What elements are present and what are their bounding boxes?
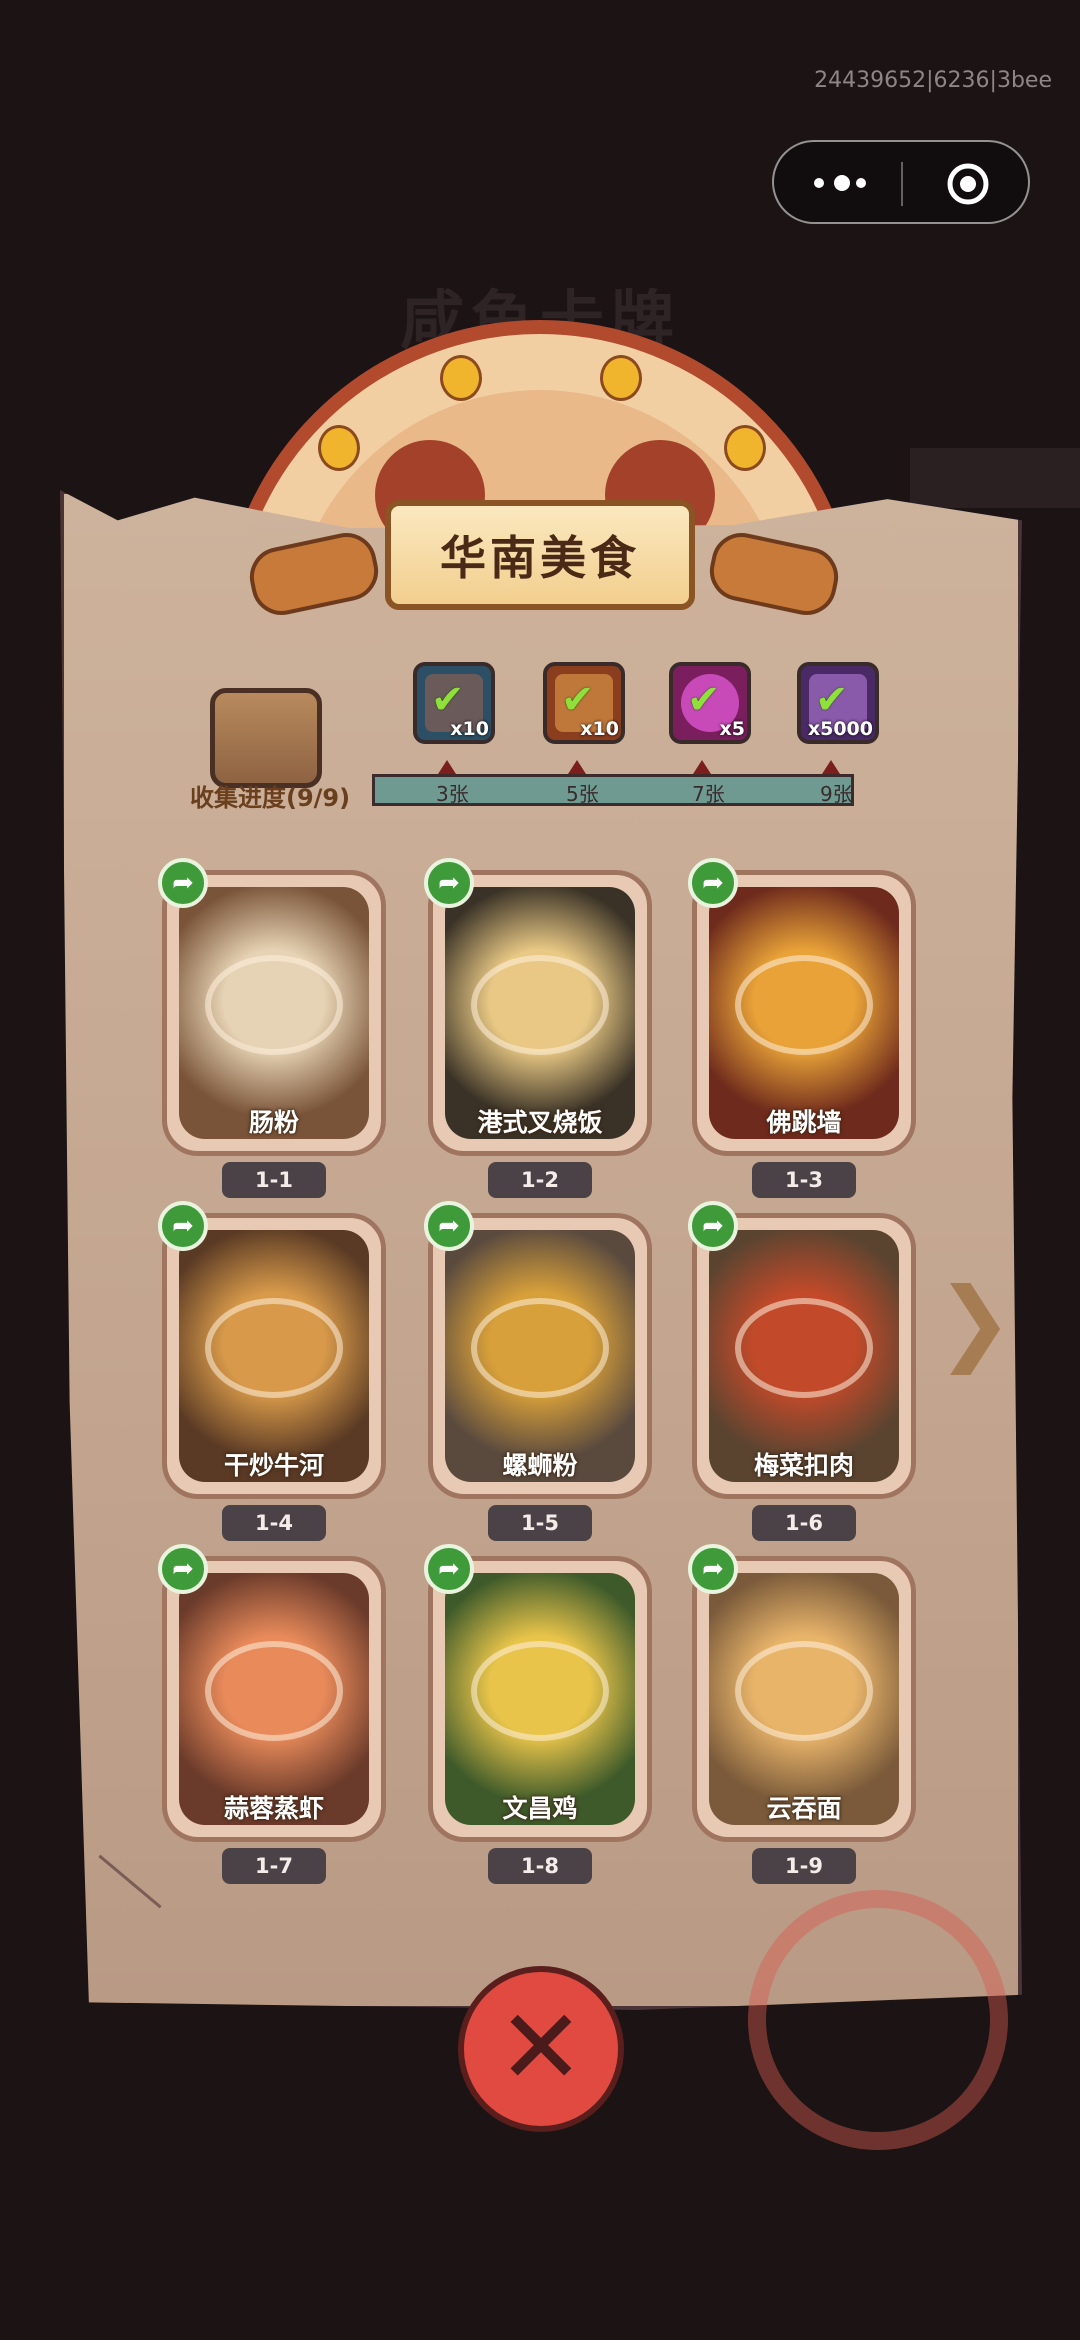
arch-nub (724, 425, 766, 471)
stamp-seal (748, 1890, 1008, 2150)
dish-plate (471, 1298, 609, 1398)
dish-plate (735, 1641, 873, 1741)
share-arrow-icon[interactable]: ➦ (158, 1201, 208, 1251)
food-card[interactable]: 蒜蓉蒸虾 (162, 1556, 386, 1842)
share-arrow-icon[interactable]: ➦ (424, 1201, 474, 1251)
food-card-name: 港式叉烧饭 (477, 1108, 603, 1137)
food-card[interactable]: 螺蛳粉 (428, 1213, 652, 1499)
dish-plate (471, 1641, 609, 1741)
food-card-name: 螺蛳粉 (502, 1451, 578, 1480)
food-card-tag: 1-3 (752, 1162, 856, 1198)
food-card-tag: 1-2 (488, 1162, 592, 1198)
dish-plate (205, 955, 343, 1055)
food-card-tag: 1-5 (488, 1505, 592, 1541)
food-card-tag: 1-4 (222, 1505, 326, 1541)
dish-plate (205, 1641, 343, 1741)
food-card-name: 佛跳墙 (766, 1108, 842, 1137)
arch-nub (600, 355, 642, 401)
share-arrow-icon[interactable]: ➦ (158, 1544, 208, 1594)
target-circle-icon[interactable] (946, 162, 990, 206)
food-card-name: 云吞面 (766, 1794, 842, 1823)
food-card[interactable]: 云吞面 (692, 1556, 916, 1842)
arch-nub (440, 355, 482, 401)
food-card[interactable]: 佛跳墙 (692, 870, 916, 1156)
share-arrow-icon[interactable]: ➦ (424, 1544, 474, 1594)
tick-marker (693, 760, 711, 774)
food-card[interactable]: 肠粉 (162, 870, 386, 1156)
share-arrow-icon[interactable]: ➦ (688, 1201, 738, 1251)
food-card-name: 梅菜扣肉 (753, 1451, 854, 1480)
more-dots-icon[interactable] (814, 174, 874, 194)
food-card-tag: 1-9 (752, 1848, 856, 1884)
reward-silver[interactable]: ✔ x5000 (797, 662, 879, 744)
food-card-name: 干炒牛河 (223, 1451, 324, 1480)
claimed-check-icon: ✔ (687, 677, 721, 723)
share-arrow-icon[interactable]: ➦ (158, 858, 208, 908)
food-card[interactable]: 文昌鸡 (428, 1556, 652, 1842)
category-banner: 华南美食 (385, 500, 695, 610)
category-title: 华南美食 (440, 531, 640, 585)
next-page-arrow-icon[interactable]: ❯ (936, 1276, 1013, 1368)
claimed-check-icon: ✔ (561, 677, 595, 723)
food-card-tag: 1-1 (222, 1162, 326, 1198)
reward-count: x10 (580, 718, 619, 740)
reward-count: x10 (450, 718, 489, 740)
reward-threshold: 5张 (566, 782, 599, 806)
food-card-name: 肠粉 (248, 1108, 299, 1137)
arch-nub (318, 425, 360, 471)
reward-chest[interactable]: ✔ x10 (413, 662, 495, 744)
dish-plate (471, 955, 609, 1055)
share-arrow-icon[interactable]: ➦ (424, 858, 474, 908)
claimed-check-icon: ✔ (431, 677, 465, 723)
tick-marker (822, 760, 840, 774)
reward-count: x5000 (807, 718, 873, 740)
dish-plate (735, 955, 873, 1055)
share-arrow-icon[interactable]: ➦ (688, 858, 738, 908)
food-card[interactable]: 港式叉烧饭 (428, 870, 652, 1156)
food-card[interactable]: 梅菜扣肉 (692, 1213, 916, 1499)
reward-count: x5 (719, 718, 745, 740)
background-strip (910, 448, 1080, 508)
reward-orb[interactable]: ✔ x5 (669, 662, 751, 744)
dish-plate (205, 1298, 343, 1398)
capsule-divider (901, 162, 903, 206)
close-x-icon: ✕ (497, 1986, 585, 2108)
food-card-name: 蒜蓉蒸虾 (223, 1794, 324, 1823)
debug-id: 24439652|6236|3bee (814, 68, 1052, 93)
reward-threshold: 7张 (692, 782, 725, 806)
close-button[interactable]: ✕ (458, 1966, 624, 2132)
food-card-name: 文昌鸡 (502, 1794, 578, 1823)
claimed-check-icon: ✔ (815, 677, 849, 723)
food-card-tag: 1-8 (488, 1848, 592, 1884)
food-card-tag: 1-6 (752, 1505, 856, 1541)
share-arrow-icon[interactable]: ➦ (688, 1544, 738, 1594)
collection-book-icon (210, 688, 322, 788)
food-card-tag: 1-7 (222, 1848, 326, 1884)
mini-program-capsule (772, 140, 1030, 224)
dish-plate (735, 1298, 873, 1398)
reward-threshold: 3张 (436, 782, 469, 806)
tick-marker (438, 760, 456, 774)
reward-key[interactable]: ✔ x10 (543, 662, 625, 744)
collection-progress-label: 收集进度(9/9) (190, 784, 351, 812)
reward-threshold: 9张 (820, 782, 853, 806)
food-card[interactable]: 干炒牛河 (162, 1213, 386, 1499)
tick-marker (568, 760, 586, 774)
